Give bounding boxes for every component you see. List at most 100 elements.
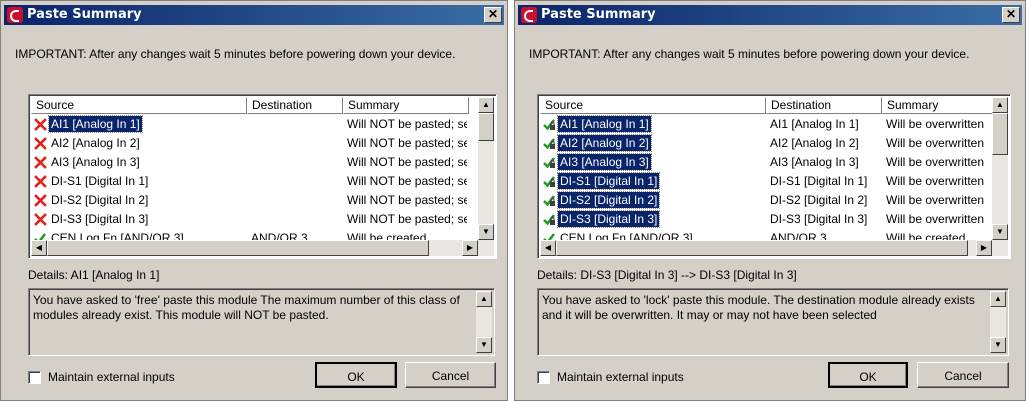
details-scrollbar[interactable]: ▲ ▼ (990, 291, 1006, 353)
list-row[interactable]: AI1 [Analog In 1] Will NOT be pasted; se (31, 115, 471, 134)
source-text: AI1 [Analog In 1] (557, 115, 652, 133)
paste-list[interactable]: Source Destination Summary AI1 [Analog I… (28, 94, 497, 259)
ok-button[interactable]: OK (828, 362, 908, 388)
destination-cell (251, 153, 339, 172)
scroll-left-arrow-icon[interactable]: ◀ (540, 240, 556, 256)
scroll-right-arrow-icon[interactable]: ▶ (462, 240, 478, 256)
source-cell: DI-S3 [Digital In 3] (31, 210, 243, 229)
summary-cell: Will be overwritten (886, 212, 985, 226)
source-text: DI-S3 [Digital In 3] (556, 210, 661, 228)
source-cell: DI-S2 [Digital In 2] (540, 191, 762, 210)
list-row[interactable]: AI3 [Analog In 3] Will NOT be pasted; se (31, 153, 471, 172)
maintain-external-inputs-label[interactable]: Maintain external inputs (48, 370, 175, 384)
destination-cell (251, 191, 339, 210)
scroll-down-arrow-icon[interactable]: ▼ (990, 337, 1006, 353)
list-row[interactable]: AI2 [Analog In 2] AI2 [Analog In 2] Will b… (540, 134, 984, 153)
maintain-external-inputs-checkbox[interactable] (537, 371, 550, 384)
summary-cell: Will be overwritten (886, 136, 985, 150)
details-label: Details: DI-S3 [Digital In 3] --> DI-S3 … (537, 268, 797, 282)
destination-cell (251, 172, 339, 191)
destination-cell (251, 210, 339, 229)
title-bar[interactable]: Paste Summary ✕ (4, 5, 504, 25)
green-check-lock-icon (543, 194, 556, 207)
source-cell: DI-S1 [Digital In 1] (540, 172, 762, 191)
red-x-icon (34, 175, 47, 188)
destination-cell (251, 134, 339, 153)
red-x-icon (34, 118, 47, 131)
scroll-thumb-horizontal[interactable] (47, 240, 429, 256)
column-header-source[interactable]: Source (540, 97, 766, 114)
details-scrollbar[interactable]: ▲ ▼ (476, 291, 492, 353)
column-header-summary[interactable]: Summary (343, 97, 469, 114)
source-text: AI1 [Analog In 1] (48, 115, 143, 133)
scroll-down-arrow-icon[interactable]: ▼ (476, 337, 492, 353)
close-button[interactable]: ✕ (484, 7, 502, 23)
list-row[interactable]: DI-S1 [Digital In 1] DI-S1 [Digital In 1]… (540, 172, 984, 191)
details-text: You have asked to 'free' paste this modu… (33, 293, 460, 322)
green-check-lock-icon (543, 118, 556, 131)
column-header-destination[interactable]: Destination (766, 97, 882, 114)
green-check-lock-icon (543, 175, 556, 188)
title-bar[interactable]: Paste Summary ✕ (518, 5, 1022, 25)
red-x-icon (34, 194, 47, 207)
scroll-up-arrow-icon[interactable]: ▲ (478, 97, 494, 113)
list-row[interactable]: DI-S2 [Digital In 2] DI-S2 [Digital In 2]… (540, 191, 984, 210)
horizontal-scrollbar[interactable]: ◀ ▶ (540, 240, 1008, 256)
list-row[interactable]: DI-S3 [Digital In 3] DI-S3 [Digital In 3]… (540, 210, 984, 229)
summary-cell: Will be overwritten (886, 155, 985, 169)
cancel-button[interactable]: Cancel (405, 362, 496, 388)
source-text: DI-S2 [Digital In 2] (556, 191, 661, 209)
destination-cell: DI-S2 [Digital In 2] (770, 193, 868, 207)
scroll-up-arrow-icon[interactable]: ▲ (990, 291, 1006, 307)
list-row[interactable]: AI1 [Analog In 1] AI1 [Analog In 1] Will b… (540, 115, 984, 134)
scroll-thumb[interactable] (992, 113, 1008, 155)
cancel-button[interactable]: Cancel (917, 362, 1009, 388)
scroll-up-arrow-icon[interactable]: ▲ (992, 97, 1008, 113)
scroll-right-arrow-icon[interactable]: ▶ (976, 240, 992, 256)
maintain-external-inputs-checkbox[interactable] (28, 371, 41, 384)
scroll-down-arrow-icon[interactable]: ▼ (478, 224, 494, 240)
destination-cell (251, 115, 339, 134)
app-logo-icon (521, 7, 537, 23)
summary-cell: Will be overwritten (886, 174, 985, 188)
red-x-icon (34, 156, 47, 169)
list-row[interactable]: DI-S2 [Digital In 2] Will NOT be pasted; … (31, 191, 471, 210)
green-check-lock-icon (543, 156, 556, 169)
scroll-up-arrow-icon[interactable]: ▲ (476, 291, 492, 307)
green-check-lock-icon (543, 137, 556, 150)
scroll-left-arrow-icon[interactable]: ◀ (31, 240, 47, 256)
important-notice: IMPORTANT: After any changes wait 5 minu… (529, 47, 970, 61)
paste-list[interactable]: Source Destination Summary AI1 [Analog I… (537, 94, 1011, 259)
scroll-thumb[interactable] (478, 113, 494, 141)
maintain-external-inputs-label[interactable]: Maintain external inputs (557, 370, 684, 384)
column-header-source[interactable]: Source (31, 97, 247, 114)
vertical-scrollbar[interactable]: ▲ ▼ (992, 97, 1008, 240)
close-button[interactable]: ✕ (1002, 7, 1020, 23)
details-text: You have asked to 'lock' paste this modu… (542, 293, 975, 322)
paste-summary-dialog-right: Paste Summary ✕ IMPORTANT: After any cha… (514, 0, 1026, 401)
horizontal-scrollbar[interactable]: ◀ ▶ (31, 240, 494, 256)
source-cell: DI-S2 [Digital In 2] (31, 191, 243, 210)
app-logo-icon (7, 7, 23, 23)
list-row[interactable]: DI-S3 [Digital In 3] Will NOT be pasted; … (31, 210, 471, 229)
details-text-area[interactable]: You have asked to 'free' paste this modu… (28, 288, 495, 356)
destination-cell: AI1 [Analog In 1] (770, 117, 859, 131)
red-x-icon (34, 213, 47, 226)
destination-cell: DI-S1 [Digital In 1] (770, 174, 868, 188)
summary-cell: Will NOT be pasted; se (347, 193, 467, 207)
details-text-area[interactable]: You have asked to 'lock' paste this modu… (537, 288, 1009, 356)
ok-button[interactable]: OK (315, 362, 397, 388)
column-header-destination[interactable]: Destination (247, 97, 343, 114)
source-text: DI-S3 [Digital In 3] (51, 212, 149, 226)
source-text: AI3 [Analog In 3] (51, 155, 140, 169)
vertical-scrollbar[interactable]: ▲ ▼ (478, 97, 494, 240)
summary-cell: Will NOT be pasted; se (347, 136, 467, 150)
list-row[interactable]: AI2 [Analog In 2] Will NOT be pasted; se (31, 134, 471, 153)
column-header-summary[interactable]: Summary (882, 97, 1008, 114)
scroll-thumb-horizontal[interactable] (556, 240, 968, 256)
scroll-down-arrow-icon[interactable]: ▼ (992, 224, 1008, 240)
list-row[interactable]: DI-S1 [Digital In 1] Will NOT be pasted; … (31, 172, 471, 191)
summary-cell: Will NOT be pasted; se (347, 117, 467, 131)
source-cell: AI1 [Analog In 1] (31, 115, 243, 134)
list-row[interactable]: AI3 [Analog In 3] AI3 [Analog In 3] Will b… (540, 153, 984, 172)
